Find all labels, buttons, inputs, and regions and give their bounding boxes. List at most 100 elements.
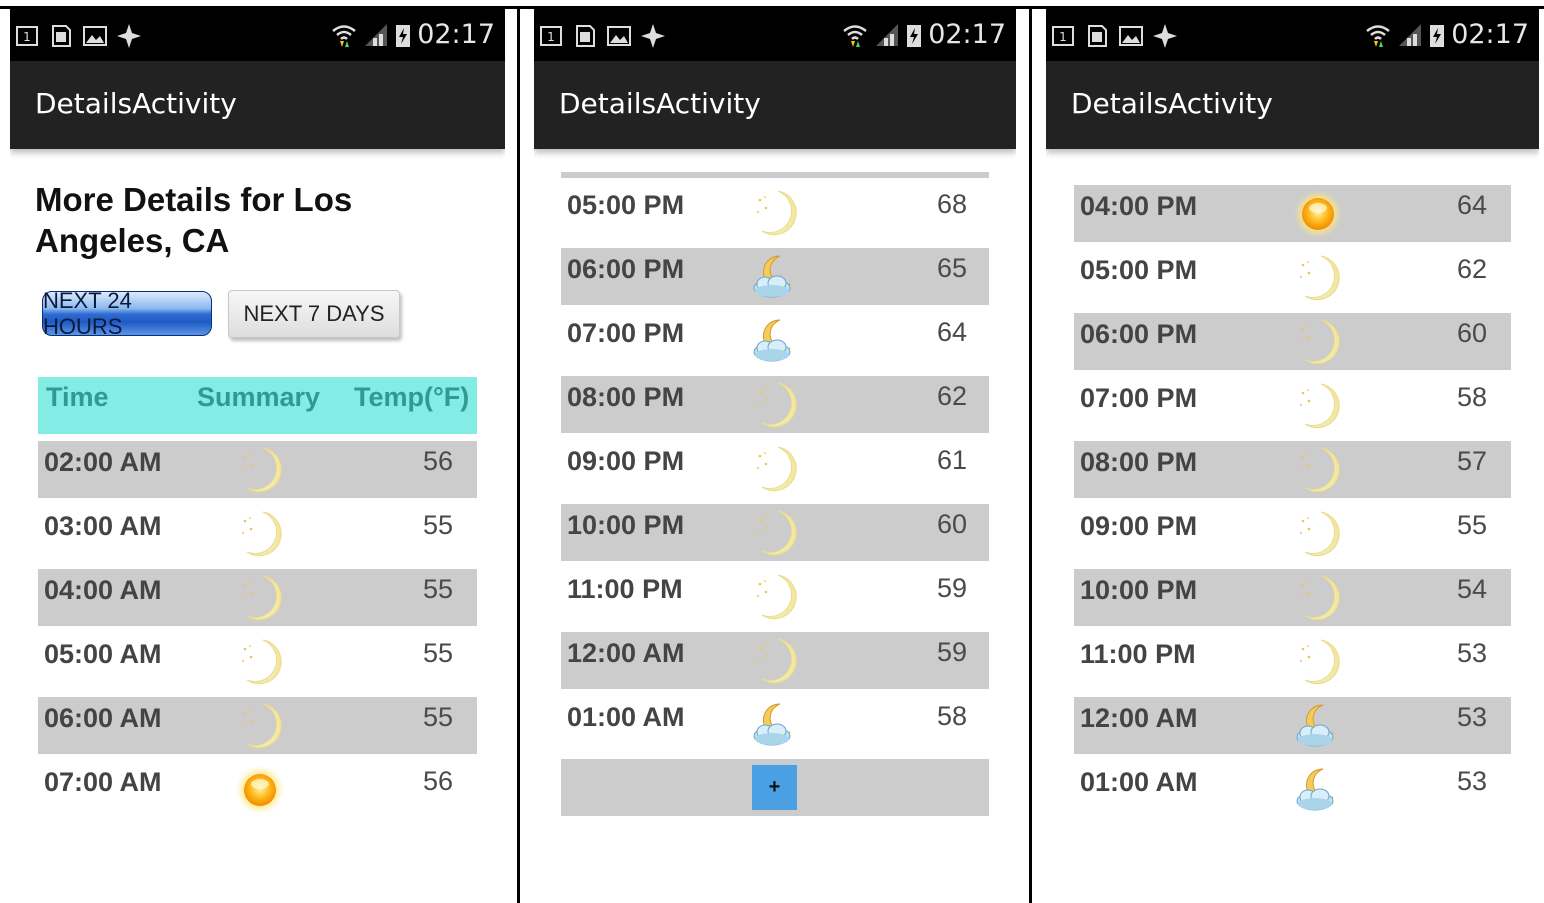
row-temp: 55 (1457, 510, 1488, 540)
table-row[interactable]: 12:00 AM 53 (1074, 697, 1511, 754)
screen-3: 1 02:17 DetailsActivity 04:00 PM 64 05:00 P… (1046, 9, 1539, 903)
table-row[interactable]: 01:00 AM 58 (561, 696, 989, 753)
sd-card-icon (1084, 23, 1110, 49)
svg-text:1: 1 (23, 30, 31, 44)
row-temp: 68 (937, 189, 968, 219)
row-time: 01:00 AM (1080, 767, 1198, 797)
moon-cloud-icon (750, 252, 800, 302)
table-row[interactable]: 08:00 PM 57 (1074, 441, 1511, 498)
moon-icon (1293, 253, 1343, 303)
status-bar: 1 02:17 (1046, 9, 1539, 61)
row-temp: 57 (1457, 446, 1488, 476)
action-bar: DetailsActivity (534, 61, 1016, 149)
table-row[interactable]: 06:00 PM 60 (1074, 313, 1511, 370)
app-title: DetailsActivity (35, 87, 237, 120)
action-bar: DetailsActivity (10, 61, 505, 149)
table-row[interactable]: 01:00 AM 53 (1074, 761, 1511, 818)
row-temp: 62 (937, 381, 968, 411)
row-time: 03:00 AM (44, 511, 162, 541)
table-row[interactable]: 10:00 PM 54 (1074, 569, 1511, 626)
header-time: Time (46, 382, 109, 412)
row-temp: 56 (423, 766, 454, 796)
row-temp: 55 (423, 574, 454, 604)
screen-2: 1 02:17 DetailsActivity 05:00 PM 68 06:00 P… (534, 9, 1016, 903)
table-row[interactable]: 06:00 PM 65 (561, 248, 989, 305)
table-row[interactable]: 05:00 PM 68 (561, 184, 989, 241)
battery-icon (907, 24, 922, 47)
row-temp: 60 (1457, 318, 1488, 348)
row-time: 02:00 AM (44, 447, 162, 477)
table-row[interactable]: 08:00 PM 62 (561, 376, 989, 433)
table-row[interactable]: 05:00 PM 62 (1074, 249, 1511, 306)
row-temp: 55 (423, 510, 454, 540)
moon-icon (235, 637, 285, 687)
app-title: DetailsActivity (1071, 87, 1273, 120)
table-row[interactable]: 05:00 AM 55 (38, 633, 477, 690)
row-time: 05:00 AM (44, 639, 162, 669)
table-row[interactable]: 10:00 PM 60 (561, 504, 989, 561)
moon-icon (1293, 573, 1343, 623)
pinwheel-icon (116, 23, 142, 49)
moon-cloud-icon (1293, 765, 1343, 815)
row-time: 05:00 PM (1080, 255, 1198, 285)
table-row[interactable]: 04:00 PM 64 (1074, 185, 1511, 242)
row-time: 04:00 AM (44, 575, 162, 605)
moon-icon (750, 188, 800, 238)
row-time: 09:00 PM (567, 446, 685, 476)
pinwheel-icon (640, 23, 666, 49)
row-temp: 65 (937, 253, 968, 283)
row-time: 06:00 PM (567, 254, 685, 284)
panel-divider (1029, 8, 1032, 903)
table-row[interactable]: 09:00 PM 61 (561, 440, 989, 497)
pinwheel-icon (1152, 23, 1178, 49)
moon-icon (750, 444, 800, 494)
row-temp: 59 (937, 637, 968, 667)
table-row[interactable]: 07:00 AM 56 (38, 761, 477, 818)
row-time: 10:00 PM (1080, 575, 1198, 605)
moon-cloud-icon (750, 316, 800, 366)
table-row[interactable]: 11:00 PM 53 (1074, 633, 1511, 690)
window-icon: 1 (538, 23, 564, 49)
table-row[interactable]: 07:00 PM 64 (561, 312, 989, 369)
row-temp: 60 (937, 509, 968, 539)
moon-icon (750, 380, 800, 430)
header-temp: Temp(°F) (354, 382, 470, 412)
sun-icon (1293, 189, 1343, 239)
moon-icon (750, 508, 800, 558)
battery-icon (1430, 24, 1445, 47)
row-temp: 55 (423, 638, 454, 668)
row-time: 06:00 PM (1080, 319, 1198, 349)
row-temp: 58 (937, 701, 968, 731)
row-time: 07:00 AM (44, 767, 162, 797)
table-row[interactable]: 04:00 AM 55 (38, 569, 477, 626)
status-time: 02:17 (417, 19, 495, 50)
load-more-button[interactable]: + (752, 765, 797, 810)
moon-icon (1293, 381, 1343, 431)
table-row[interactable]: 07:00 PM 58 (1074, 377, 1511, 434)
table-row[interactable]: 12:00 AM 59 (561, 632, 989, 689)
table-row[interactable]: 06:00 AM 55 (38, 697, 477, 754)
moon-icon (235, 701, 285, 751)
signal-icon (1399, 23, 1422, 46)
wifi-icon (843, 24, 867, 47)
window-icon: 1 (14, 23, 40, 49)
next-7-days-button[interactable]: NEXT 7 DAYS (228, 290, 400, 338)
row-temp: 56 (423, 446, 454, 476)
table-row[interactable]: 11:00 PM 59 (561, 568, 989, 625)
next-24-hours-button[interactable]: NEXT 24 HOURS (42, 288, 212, 339)
sd-card-icon (48, 23, 74, 49)
row-time: 04:00 PM (1080, 191, 1198, 221)
moon-icon (235, 509, 285, 559)
moon-icon (1293, 637, 1343, 687)
page-heading: More Details for Los Angeles, CA (35, 181, 353, 259)
table-row[interactable]: 09:00 PM 55 (1074, 505, 1511, 562)
table-header: Time Summary Temp(°F) (38, 377, 477, 434)
table-row[interactable]: 03:00 AM 55 (38, 505, 477, 562)
row-temp: 54 (1457, 574, 1488, 604)
row-temp: 55 (423, 702, 454, 732)
row-temp: 61 (937, 445, 968, 475)
header-summary: Summary (197, 382, 321, 412)
image-icon (82, 23, 108, 49)
status-time: 02:17 (928, 19, 1006, 50)
table-row[interactable]: 02:00 AM 56 (38, 441, 477, 498)
